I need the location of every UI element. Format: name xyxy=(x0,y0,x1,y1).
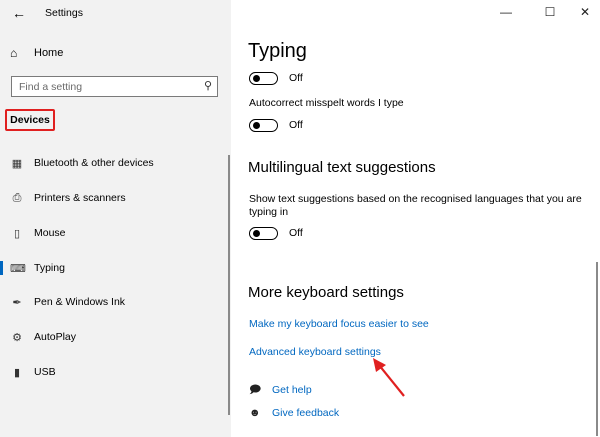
annotation-arrow-icon xyxy=(373,358,405,397)
toggle-row-multilingual: Off xyxy=(249,225,303,241)
get-help-link[interactable]: 🗩 Get help xyxy=(249,382,312,398)
keyboard-focus-link[interactable]: Make my keyboard focus easier to see xyxy=(249,318,429,330)
sidebar-item-label: USB xyxy=(34,366,56,378)
toggle-switch-1[interactable] xyxy=(249,71,278,85)
toggle-row-1: Off xyxy=(249,70,303,86)
sidebar-item-label: Typing xyxy=(34,262,65,274)
sidebar-item-label: Pen & Windows Ink xyxy=(34,296,126,308)
app-title: Settings xyxy=(45,7,83,19)
autoplay-icon: ⚙ xyxy=(12,331,22,344)
autocorrect-toggle[interactable] xyxy=(249,118,278,132)
toggle-row-autocorrect: Off xyxy=(249,117,303,133)
sidebar-item-mouse[interactable]: ▯ Mouse xyxy=(0,223,231,243)
multilingual-heading: Multilingual text suggestions xyxy=(248,159,436,176)
close-icon: ✕ xyxy=(579,5,591,19)
sidebar-item-pen[interactable]: ✒ Pen & Windows Ink xyxy=(0,292,231,312)
sidebar-item-bluetooth[interactable]: ▦ Bluetooth & other devices xyxy=(0,153,231,173)
section-header-devices: Devices xyxy=(5,109,55,131)
sidebar-item-autoplay[interactable]: ⚙ AutoPlay xyxy=(0,327,231,347)
sidebar-item-label: AutoPlay xyxy=(34,331,77,343)
autocorrect-label: Autocorrect misspelt words I type xyxy=(249,97,404,109)
maximize-icon: ☐ xyxy=(544,5,556,19)
sidebar: ← Settings ⌂ Home ⚲ Devices ▦ Bluetooth … xyxy=(0,0,231,437)
typing-heading: Typing xyxy=(248,40,307,62)
sidebar-item-label: Printers & scanners xyxy=(34,192,126,204)
home-label: Home xyxy=(34,47,64,59)
give-feedback-label: Give feedback xyxy=(272,407,340,419)
maximize-button[interactable]: ☐ xyxy=(535,2,565,22)
toggle-state: Off xyxy=(289,72,303,84)
give-feedback-link[interactable]: ☻ Give feedback xyxy=(249,405,339,421)
usb-icon: ▮ xyxy=(13,366,21,379)
multilingual-toggle[interactable] xyxy=(249,226,278,240)
minimize-button[interactable]: — xyxy=(491,2,521,22)
sidebar-scrollbar[interactable] xyxy=(228,155,230,415)
back-arrow-icon: ← xyxy=(12,5,26,21)
home-icon: ⌂ xyxy=(10,46,18,60)
pen-icon: ✒ xyxy=(12,296,22,309)
sidebar-item-usb[interactable]: ▮ USB xyxy=(0,362,231,382)
home-nav[interactable]: ⌂ Home xyxy=(10,44,63,62)
search-input[interactable] xyxy=(19,79,189,94)
sidebar-item-printers[interactable]: ⎙ Printers & scanners xyxy=(0,188,231,208)
bluetooth-icon: ▦ xyxy=(11,157,23,170)
feedback-icon: ☻ xyxy=(249,407,261,419)
main-scrollbar[interactable] xyxy=(596,262,598,436)
printer-icon: ⎙ xyxy=(12,191,22,204)
close-button[interactable]: ✕ xyxy=(570,2,600,22)
help-chat-icon: 🗩 xyxy=(249,383,262,396)
mouse-icon: ▯ xyxy=(13,227,21,240)
search-icon[interactable]: ⚲ xyxy=(204,79,212,92)
multilingual-desc-line2: typing in xyxy=(249,206,289,218)
sidebar-item-label: Bluetooth & other devices xyxy=(34,157,154,169)
advanced-keyboard-settings-link[interactable]: Advanced keyboard settings xyxy=(249,346,381,358)
sidebar-item-label: Mouse xyxy=(34,227,66,239)
more-keyboard-heading: More keyboard settings xyxy=(248,284,404,301)
toggle-state: Off xyxy=(289,119,303,131)
minimize-icon: — xyxy=(500,5,512,19)
keyboard-icon: ⌨ xyxy=(10,262,26,275)
sidebar-item-typing[interactable]: ⌨ Typing xyxy=(0,258,231,278)
get-help-label: Get help xyxy=(272,384,312,396)
toggle-state: Off xyxy=(289,227,303,239)
selection-indicator xyxy=(0,261,3,275)
multilingual-desc-line1: Show text suggestions based on the recog… xyxy=(249,193,582,205)
back-button[interactable]: ← xyxy=(8,2,30,24)
search-box[interactable]: ⚲ xyxy=(11,76,218,97)
